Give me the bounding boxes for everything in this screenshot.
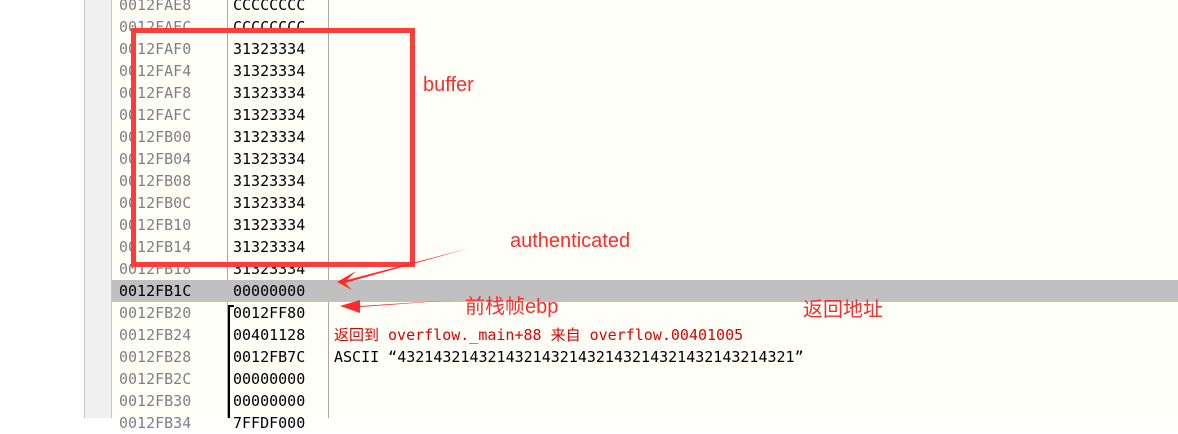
annotation-arrows: [337, 248, 470, 313]
prev-ebp-arrow: [340, 300, 455, 313]
authenticated-arrow: [337, 248, 470, 290]
authenticated-label: authenticated: [510, 230, 631, 252]
buffer-label: buffer: [423, 74, 474, 96]
return-address-label: 返回地址: [803, 299, 883, 321]
prev-ebp-label: 前栈帧ebp: [465, 296, 559, 318]
